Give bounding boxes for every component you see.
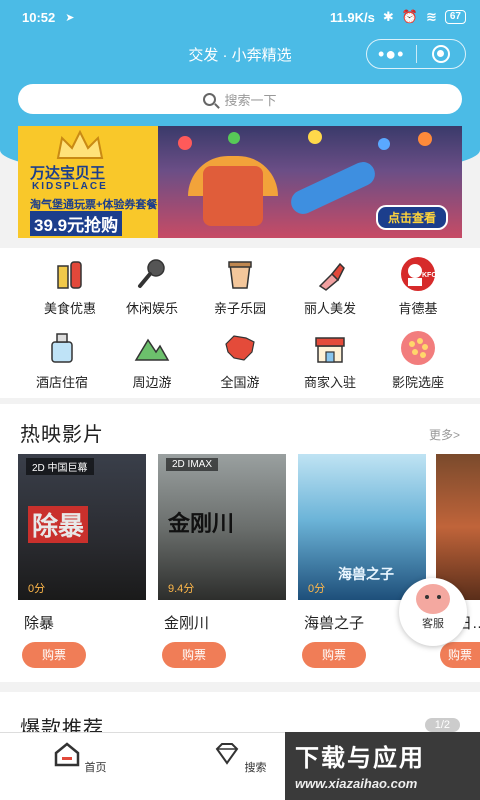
category-item-nearby-travel[interactable]: 周边游 xyxy=(104,330,200,391)
movie-format-tag: 2D IMAX xyxy=(166,458,219,471)
watermark: 下载与应用 www.xiazaihao.com xyxy=(285,732,480,800)
location-arrow-icon: ➤ xyxy=(65,11,75,24)
movie-name: 金刚川 xyxy=(164,615,210,632)
hot-picks-section: 爆款推荐 1/2 xyxy=(0,692,480,740)
movie-name: 除暴 xyxy=(24,615,55,632)
mountain-icon xyxy=(134,330,170,366)
banner-brand-en: KIDSPLACE xyxy=(32,181,108,192)
close-miniapp-button[interactable] xyxy=(417,45,466,63)
food-drink-icon xyxy=(52,256,88,292)
category-item-leisure[interactable]: 休闲娱乐 xyxy=(104,256,200,317)
category-item-merchant-join[interactable]: 商家入驻 xyxy=(282,330,378,391)
hotel-bottle-icon xyxy=(44,330,80,366)
storefront-icon xyxy=(312,330,348,366)
category-label: 全国游 xyxy=(220,375,260,390)
category-item-kfc[interactable]: KFC 肯德基 xyxy=(370,256,466,317)
poster-title: 金刚川 xyxy=(168,511,235,536)
page-title: 交发 · 小奔精选 xyxy=(188,46,292,64)
status-bar: 10:52 ➤ 11.9K/s ✱ ⏰ ≋ 67 xyxy=(0,0,480,34)
banner-brand-cn: 万达宝贝王 xyxy=(30,165,106,182)
watermark-line2: www.xiazaihao.com xyxy=(295,776,418,791)
movie-poster[interactable]: 2D 中国巨幕 除暴 0分 xyxy=(18,454,146,600)
balloon xyxy=(308,130,322,144)
tab-home[interactable]: 首页 xyxy=(40,741,120,775)
lipstick-icon xyxy=(312,256,348,292)
now-showing-section: 热映影片 更多> 2D 中国巨幕 除暴 0分 2D IMAX 金刚川 9.4分 … xyxy=(0,404,480,682)
buy-ticket-button[interactable]: 购票 xyxy=(22,642,86,668)
balloon xyxy=(178,136,192,150)
buy-ticket-button[interactable]: 购票 xyxy=(302,642,366,668)
category-label: 休闲娱乐 xyxy=(125,301,178,316)
category-item-family[interactable]: 亲子乐园 xyxy=(192,256,288,317)
microphone-icon xyxy=(134,256,170,292)
category-label: 商家入驻 xyxy=(303,375,356,390)
search-bar[interactable]: 搜索一下 xyxy=(18,84,462,114)
tab-label: 首页 xyxy=(84,762,107,774)
buy-ticket-button[interactable]: 购票 xyxy=(440,642,480,668)
category-label: 丽人美发 xyxy=(303,301,356,316)
category-item-hotel[interactable]: 酒店住宿 xyxy=(14,330,110,391)
movie-score: 0分 xyxy=(28,583,46,595)
more-link[interactable]: 更多> xyxy=(429,426,460,443)
miniapp-capsule: •●• xyxy=(366,39,466,69)
balloon xyxy=(378,138,390,150)
service-face-icon xyxy=(416,584,450,614)
category-label: 影院选座 xyxy=(391,375,444,390)
banner-tower xyxy=(203,166,263,226)
kfc-logo-icon: KFC xyxy=(400,256,436,292)
tab-search[interactable]: 搜索 xyxy=(200,741,280,775)
movie-score: 9.4分 xyxy=(168,583,195,595)
movie-poster[interactable]: 2D IMAX 金刚川 9.4分 xyxy=(158,454,286,600)
category-label: 肯德基 xyxy=(398,301,438,316)
page-indicator: 1/2 xyxy=(424,718,460,732)
banner-price: 39.9元抢购 xyxy=(30,211,123,236)
section-title: 热映影片 xyxy=(20,424,104,446)
status-time: 10:52 xyxy=(22,9,56,25)
home-icon xyxy=(55,742,80,767)
movie-score: 0分 xyxy=(308,583,326,595)
balloon xyxy=(228,132,240,144)
svg-text:KFC: KFC xyxy=(422,272,436,279)
movie-poster[interactable]: 海兽之子 0分 xyxy=(298,454,426,600)
movie-poster[interactable] xyxy=(436,454,480,600)
watermark-line1: 下载与应用 xyxy=(295,745,425,772)
poster-title: 海兽之子 xyxy=(338,566,394,582)
category-item-cinema[interactable]: 影院选座 xyxy=(370,330,466,391)
poster-title: 除暴 xyxy=(28,506,89,543)
buy-ticket-button[interactable]: 购票 xyxy=(162,642,226,668)
category-label: 酒店住宿 xyxy=(35,375,88,390)
promo-banner[interactable]: 万达宝贝王 KIDSPLACE 淘气堡通玩票+体验券套餐 39.9元抢购 点击查… xyxy=(18,126,462,238)
category-item-national-travel[interactable]: 全国游 xyxy=(192,330,288,391)
diamond-icon xyxy=(216,743,239,765)
banner-subtitle: 淘气堡通玩票+体验券套餐 xyxy=(30,199,158,211)
more-dots-icon[interactable]: •●• xyxy=(367,39,416,69)
movie-name: 海兽之子 xyxy=(304,615,365,632)
alarm-icon: ⏰ xyxy=(401,9,418,24)
wifi-icon: ≋ xyxy=(425,9,437,24)
bubble-tea-icon xyxy=(222,256,258,292)
movie-format-tag: 2D 中国巨幕 xyxy=(26,458,94,475)
tab-label: 搜索 xyxy=(244,762,267,774)
balloon xyxy=(418,132,432,146)
search-placeholder: 搜索一下 xyxy=(224,92,277,108)
crown-logo-icon xyxy=(56,130,104,159)
search-icon xyxy=(203,92,217,106)
service-label: 客服 xyxy=(422,618,444,630)
target-circle-icon xyxy=(431,45,450,63)
category-item-beauty[interactable]: 丽人美发 xyxy=(282,256,378,317)
customer-service-button[interactable]: 客服 xyxy=(399,578,467,646)
category-label: 美食优惠 xyxy=(43,301,96,316)
network-speed: 11.9K/s xyxy=(330,9,375,25)
category-grid: 美食优惠 休闲娱乐 亲子乐园 丽人美发 KFC 肯德基 酒店住宿 周边游 全国游… xyxy=(0,248,480,398)
navbar: 交发 · 小奔精选 •●• xyxy=(0,34,480,74)
category-label: 周边游 xyxy=(132,375,172,390)
popcorn-icon xyxy=(400,330,436,366)
battery-icon: 67 xyxy=(444,10,466,24)
bluetooth-icon: ✱ xyxy=(382,9,394,24)
banner-cta-button[interactable]: 点击查看 xyxy=(375,205,448,230)
category-label: 亲子乐园 xyxy=(213,301,266,316)
china-map-icon xyxy=(222,330,258,366)
